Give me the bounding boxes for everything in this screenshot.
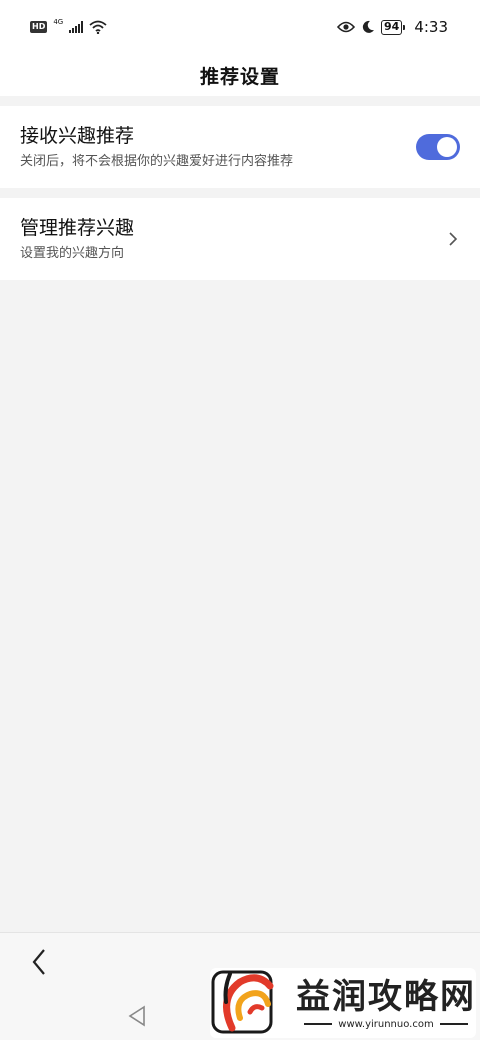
- status-left: HD 4G: [30, 17, 107, 34]
- nav-back-icon[interactable]: [126, 1004, 148, 1028]
- network-type: 4G: [53, 17, 64, 26]
- watermark-texts: 益润攻略网 www.yirunnuo.com: [292, 977, 476, 1030]
- setting-subtitle: 关闭后，将不会根据你的兴趣爱好进行内容推荐: [20, 154, 294, 169]
- watermark-url-row: www.yirunnuo.com: [304, 1018, 468, 1030]
- status-bar: HD 4G 94 4:33: [0, 0, 480, 54]
- setting-text: 管理推荐兴趣 设置我的兴趣方向: [20, 214, 134, 264]
- screen: HD 4G 94 4:33 推荐设置 接收兴趣推荐 关闭后，将不会根据你的兴趣爱…: [0, 0, 480, 1040]
- setting-title: 接收兴趣推荐: [20, 125, 135, 147]
- watermark-name: 益润攻略网: [296, 976, 476, 1017]
- watermark-logo-icon: [211, 970, 274, 1034]
- chevron-right-icon: [449, 232, 458, 246]
- divider: [304, 1023, 333, 1025]
- setting-subtitle: 设置我的兴趣方向: [20, 246, 125, 261]
- battery-icon: 94: [381, 19, 406, 35]
- divider: [439, 1023, 468, 1025]
- watermark: 益润攻略网 www.yirunnuo.com: [210, 968, 476, 1038]
- eye-icon: [337, 21, 355, 33]
- setting-interest-recommend[interactable]: 接收兴趣推荐 关闭后，将不会根据你的兴趣爱好进行内容推荐: [0, 106, 480, 188]
- signal-icon: [69, 21, 84, 33]
- watermark-url: www.yirunnuo.com: [338, 1018, 434, 1030]
- hd-icon: HD: [30, 21, 48, 33]
- status-right: 94 4:33: [337, 18, 448, 36]
- title-bar: 推荐设置: [0, 54, 480, 96]
- page-title: 推荐设置: [199, 65, 280, 88]
- toggle-knob: [437, 137, 457, 157]
- setting-text: 接收兴趣推荐 关闭后，将不会根据你的兴趣爱好进行内容推荐: [20, 122, 293, 172]
- setting-manage-interests[interactable]: 管理推荐兴趣 设置我的兴趣方向: [0, 198, 480, 280]
- clock: 4:33: [414, 18, 448, 36]
- interest-recommend-toggle[interactable]: [416, 134, 460, 160]
- moon-icon: [362, 20, 374, 33]
- setting-title: 管理推荐兴趣: [20, 217, 135, 239]
- back-arrow-icon[interactable]: [28, 947, 50, 977]
- wifi-icon: [89, 20, 107, 34]
